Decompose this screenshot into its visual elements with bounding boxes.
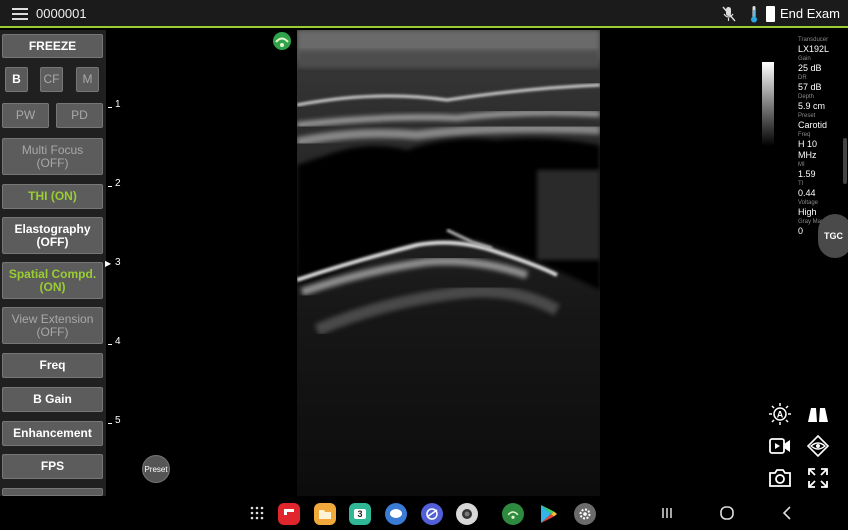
back-icon[interactable] — [778, 505, 796, 521]
ultrasound-image[interactable] — [297, 30, 600, 496]
info-key: Depth — [798, 94, 815, 100]
info-key: TI — [798, 181, 804, 187]
flipboard-icon[interactable] — [278, 503, 300, 525]
info-value: Carotid — [798, 120, 828, 130]
gray-map-bar — [762, 62, 774, 146]
more-button[interactable] — [2, 488, 103, 496]
spatial-compd-state: (ON) — [39, 279, 66, 294]
messages-icon[interactable] — [385, 503, 407, 525]
info-key: Freq — [798, 132, 811, 138]
depth-tick — [108, 423, 112, 424]
info-key: MI — [798, 162, 805, 168]
video-record-icon[interactable] — [768, 434, 792, 458]
thermometer-icon — [751, 6, 757, 23]
probe-orientation-icon — [273, 32, 291, 50]
info-panel: Transducer LX192L Gain 25 dB DR 57 dB De… — [798, 36, 846, 237]
info-key: DR — [798, 75, 807, 81]
mode-pd-button[interactable]: PD — [56, 103, 103, 128]
auto-optimize-icon[interactable]: A — [768, 402, 792, 426]
info-value: 0.44 — [798, 188, 816, 198]
view-extension-label: View Extension — [11, 311, 94, 326]
mode-pw-button[interactable]: PW — [2, 103, 49, 128]
enhancement-button[interactable]: Enhancement — [2, 421, 103, 446]
calendar-day: 3 — [354, 509, 366, 519]
elastography-button[interactable]: Elastography (OFF) — [2, 217, 103, 254]
camera-app-icon[interactable] — [456, 503, 478, 525]
info-key: Preset — [798, 113, 816, 119]
play-store-icon[interactable] — [538, 503, 560, 525]
mode-m-button[interactable]: M — [76, 67, 99, 92]
app-drawer-icon[interactable] — [249, 505, 265, 521]
status-bar: 0000001 End Exam — [0, 0, 848, 28]
camera-capture-icon[interactable] — [768, 466, 792, 490]
menu-icon[interactable] — [12, 8, 28, 20]
info-value: H 10 — [798, 139, 818, 149]
freq-button[interactable]: Freq — [2, 353, 103, 378]
info-value: 1.59 — [798, 169, 816, 179]
ultrasound-app-icon[interactable] — [502, 503, 524, 525]
multi-focus-state: (OFF) — [36, 155, 69, 170]
internet-icon[interactable] — [421, 503, 443, 525]
depth-label: 5 — [115, 415, 121, 426]
b-gain-button[interactable]: B Gain — [2, 387, 103, 412]
spatial-compd-button[interactable]: Spatial Compd. (ON) — [2, 262, 103, 299]
svg-text:A: A — [777, 410, 784, 420]
side-scroll-handle[interactable] — [843, 138, 847, 184]
depth-label: 3 — [115, 257, 121, 268]
recent-apps-icon[interactable] — [658, 505, 676, 521]
calendar-icon[interactable]: 3 — [349, 503, 371, 525]
info-key: Gain — [798, 56, 811, 62]
depth-label: 2 — [115, 178, 121, 189]
exam-id: 0000001 — [36, 6, 87, 21]
depth-label: 1 — [115, 99, 121, 110]
fullscreen-icon[interactable] — [806, 466, 830, 490]
thi-button[interactable]: THI (ON) — [2, 184, 103, 209]
mic-muted-icon[interactable] — [722, 6, 736, 22]
info-value: 5.9 cm — [798, 101, 826, 111]
info-value: 57 dB — [798, 82, 822, 92]
info-value: 25 dB — [798, 63, 822, 73]
elastography-state: (OFF) — [36, 234, 69, 249]
preset-button[interactable]: Preset — [142, 455, 170, 483]
info-key: Transducer — [798, 37, 829, 43]
fps-button[interactable]: FPS — [2, 454, 103, 479]
end-exam-button[interactable]: End Exam — [780, 6, 840, 21]
battery-icon — [766, 6, 775, 22]
dual-view-icon[interactable] — [806, 402, 830, 426]
info-value: MHz — [798, 150, 817, 160]
files-icon[interactable] — [314, 503, 336, 525]
view-extension-button[interactable]: View Extension (OFF) — [2, 307, 103, 344]
home-icon[interactable] — [718, 505, 736, 521]
depth-label: 4 — [115, 336, 121, 347]
depth-tick — [108, 107, 112, 108]
settings-icon[interactable] — [574, 503, 596, 525]
multi-focus-label: Multi Focus — [21, 142, 84, 157]
depth-tick — [108, 186, 112, 187]
view-extension-state: (OFF) — [36, 324, 69, 339]
mode-cf-button[interactable]: CF — [40, 67, 63, 92]
info-value: LX192L — [798, 44, 830, 54]
elastography-label: Elastography — [14, 221, 91, 236]
spatial-compd-label: Spatial Compd. — [8, 266, 97, 281]
freeze-button[interactable]: FREEZE — [2, 34, 103, 58]
hide-overlay-icon[interactable] — [806, 434, 830, 458]
depth-tick — [108, 344, 112, 345]
tgc-button[interactable]: TGC — [818, 214, 848, 258]
multi-focus-button[interactable]: Multi Focus (OFF) — [2, 138, 103, 175]
mode-b-button[interactable]: B — [5, 67, 28, 92]
focus-marker-icon[interactable]: ▶ — [105, 259, 111, 268]
info-key: Voltage — [798, 200, 819, 206]
